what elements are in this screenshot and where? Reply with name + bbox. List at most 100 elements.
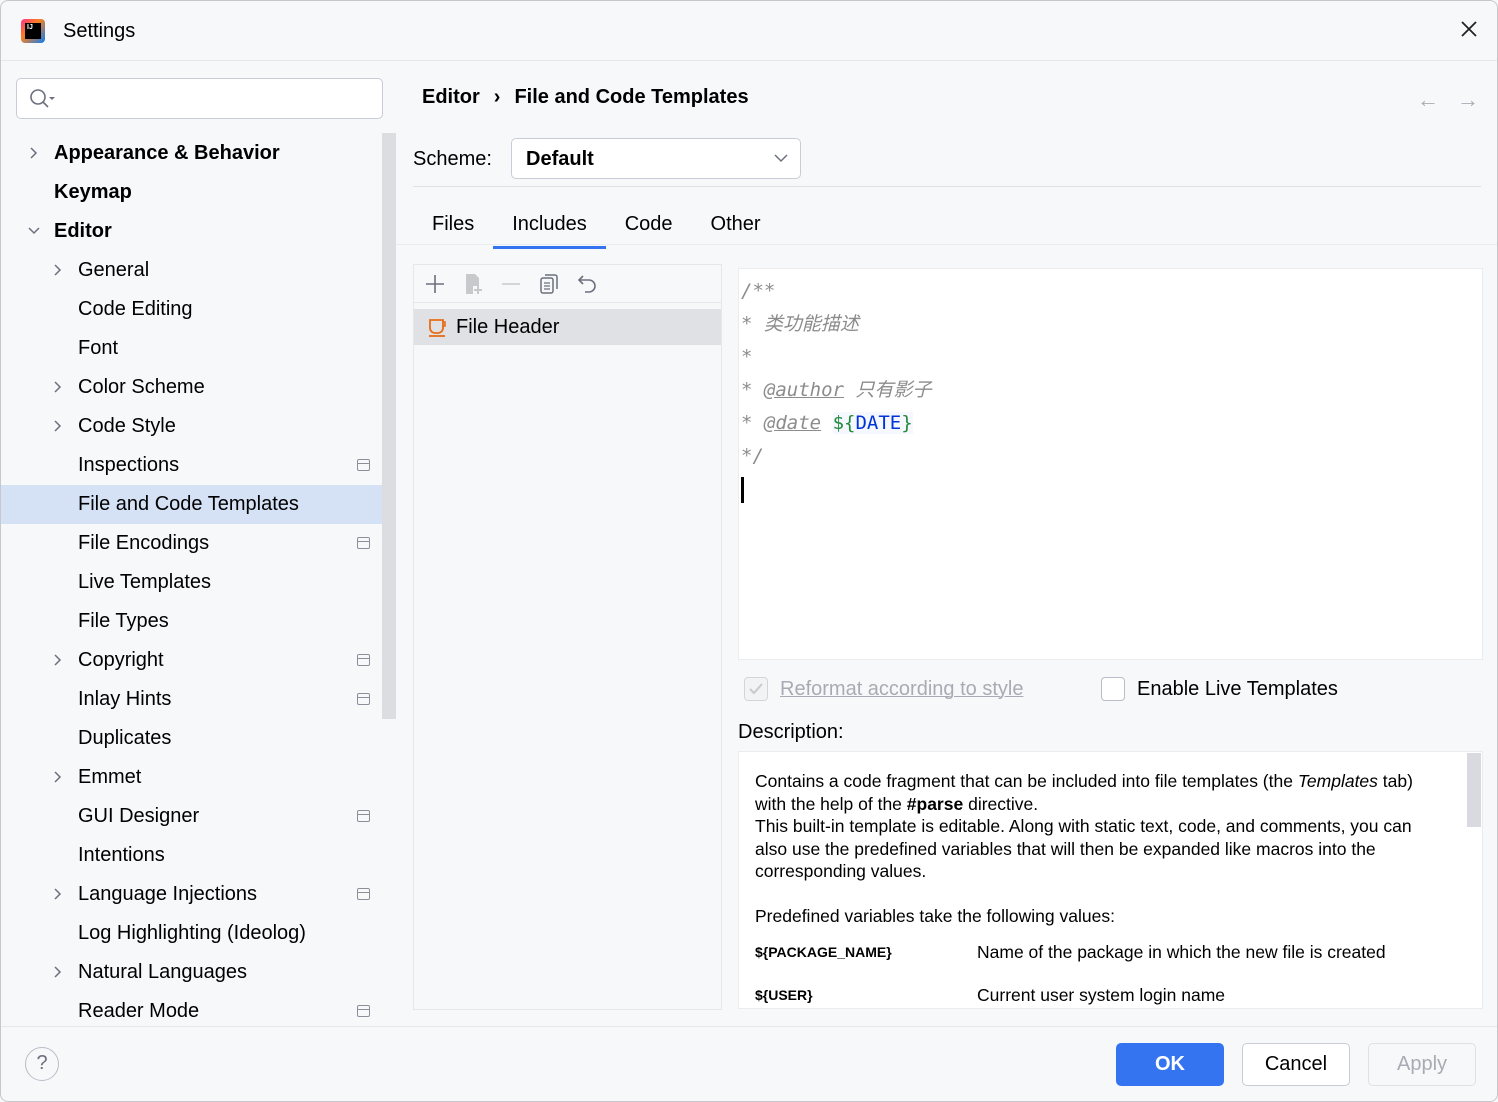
sidebar-item[interactable]: Color Scheme: [1, 368, 396, 407]
sidebar-item[interactable]: Language Injections: [1, 875, 396, 914]
live-templates-label: Enable Live Templates: [1137, 677, 1338, 700]
variable-name: ${PACKAGE_NAME}: [755, 944, 892, 960]
template-toolbar: [414, 265, 721, 303]
sidebar-item[interactable]: Emmet: [1, 758, 396, 797]
sidebar-item[interactable]: Natural Languages: [1, 953, 396, 992]
sidebar-item[interactable]: Code Editing: [1, 290, 396, 329]
variables-table: ${PACKAGE_NAME} Name of the package in w…: [755, 941, 1442, 1006]
chevron-right-icon[interactable]: [27, 146, 41, 160]
sidebar-item[interactable]: Reader Mode: [1, 992, 396, 1023]
intellij-logo-icon: IJ: [21, 19, 45, 43]
chevron-right-icon[interactable]: [51, 263, 65, 277]
sidebar-item-label: Duplicates: [78, 727, 172, 749]
sidebar-item[interactable]: Log Highlighting (Ideolog): [1, 914, 396, 953]
sidebar-item[interactable]: Inspections: [1, 446, 396, 485]
template-code-editor[interactable]: /** * 类功能描述 * * @author 只有影子 * @date ${D…: [738, 268, 1483, 660]
reformat-option[interactable]: Reformat according to style: [744, 677, 1023, 701]
search-input[interactable]: [16, 78, 383, 119]
reset-icon[interactable]: [575, 272, 599, 296]
template-item-file-header[interactable]: File Header: [414, 309, 721, 345]
variable-description: Name of the package in which the new fil…: [977, 942, 1386, 962]
chevron-down-icon[interactable]: [27, 224, 41, 238]
sidebar-scrollbar[interactable]: [382, 133, 396, 719]
forward-arrow-icon[interactable]: →: [1457, 87, 1479, 113]
sidebar-item[interactable]: Copyright: [1, 641, 396, 680]
project-level-icon: [357, 1005, 370, 1017]
footer-divider: [1, 1026, 1497, 1027]
sidebar-item-label: GUI Designer: [78, 805, 200, 827]
sidebar-item[interactable]: Live Templates: [1, 563, 396, 602]
template-variable: ${DATE}: [832, 412, 913, 434]
live-templates-checkbox[interactable]: [1101, 677, 1125, 701]
reformat-checkbox[interactable]: [744, 677, 768, 701]
sidebar-item-label: Editor: [54, 220, 112, 242]
sidebar-item-label: File Types: [78, 610, 169, 632]
reformat-label: Reformat according to style: [780, 677, 1024, 700]
settings-tree: Appearance & Behavior Keymap Editor General…: [1, 133, 396, 1023]
tab-files[interactable]: Files: [413, 205, 493, 249]
scheme-dropdown[interactable]: Default: [511, 138, 801, 179]
sidebar-item-label: Code Editing: [78, 298, 193, 320]
sidebar-item[interactable]: File Types: [1, 602, 396, 641]
breadcrumb-current: File and Code Templates: [514, 86, 749, 108]
sidebar-item[interactable]: Code Style: [1, 407, 396, 446]
sidebar-item-label: Emmet: [78, 766, 142, 788]
sidebar-item[interactable]: Duplicates: [1, 719, 396, 758]
code-line: *: [741, 346, 753, 368]
copy-icon[interactable]: [537, 272, 561, 296]
tab-other[interactable]: Other: [692, 205, 780, 249]
tab-includes[interactable]: Includes: [493, 205, 606, 249]
sidebar-item[interactable]: File and Code Templates: [1, 485, 396, 524]
breadcrumb-parent[interactable]: Editor: [422, 86, 480, 109]
sidebar-item[interactable]: Keymap: [1, 173, 396, 212]
checkmark-icon: [749, 683, 763, 695]
divider: [396, 244, 1497, 245]
sidebar-item-label: Inspections: [78, 454, 180, 476]
back-arrow-icon[interactable]: ←: [1417, 87, 1439, 113]
code-line: */: [741, 445, 764, 467]
chevron-right-icon[interactable]: [51, 965, 65, 979]
sidebar-item-label: Reader Mode: [78, 1000, 200, 1022]
sidebar-item[interactable]: Inlay Hints: [1, 680, 396, 719]
description-panel: Contains a code fragment that can be inc…: [738, 751, 1483, 1009]
sidebar-item-label: Language Injections: [78, 883, 258, 905]
template-item-label: File Header: [456, 315, 560, 338]
code-line: * @author 只有影子: [741, 379, 932, 401]
sidebar-item[interactable]: File Encodings: [1, 524, 396, 563]
java-template-icon: [429, 319, 446, 337]
help-button[interactable]: ?: [25, 1047, 59, 1081]
sidebar-item[interactable]: Intentions: [1, 836, 396, 875]
chevron-right-icon[interactable]: [51, 653, 65, 667]
add-icon[interactable]: [423, 272, 447, 296]
sidebar-item[interactable]: Appearance & Behavior: [1, 134, 396, 173]
description-label: Description:: [738, 721, 844, 743]
navigation-arrows: ← →: [1417, 87, 1479, 113]
description-scrollbar[interactable]: [1467, 753, 1481, 827]
sidebar-item[interactable]: General: [1, 251, 396, 290]
apply-button[interactable]: Apply: [1368, 1043, 1476, 1086]
tab-code[interactable]: Code: [606, 205, 692, 249]
cancel-button[interactable]: Cancel: [1242, 1043, 1350, 1086]
sidebar-item[interactable]: Font: [1, 329, 396, 368]
variable-description: Current user system login name: [977, 984, 1226, 1005]
chevron-right-icon[interactable]: [51, 380, 65, 394]
close-icon[interactable]: [1457, 17, 1481, 41]
chevron-right-icon[interactable]: [51, 770, 65, 784]
code-line: * 类功能描述: [741, 313, 859, 335]
code-line: * @date ${DATE}: [741, 412, 913, 434]
description-paragraph: This built-in template is editable. Alon…: [755, 816, 1412, 881]
chevron-right-icon[interactable]: [51, 887, 65, 901]
sidebar-item-label: File Encodings: [78, 532, 210, 554]
window-title: Settings: [63, 20, 136, 42]
ok-button[interactable]: OK: [1116, 1043, 1224, 1086]
sidebar-item-label: Color Scheme: [78, 376, 205, 398]
project-level-icon: [357, 810, 370, 822]
live-templates-option[interactable]: Enable Live Templates: [1101, 677, 1338, 701]
scheme-label: Scheme:: [413, 148, 492, 170]
remove-icon[interactable]: [499, 272, 523, 296]
sidebar-item[interactable]: Editor: [1, 212, 396, 251]
chevron-right-icon[interactable]: [51, 419, 65, 433]
sidebar-item-label: Font: [78, 337, 119, 359]
add-child-icon[interactable]: [461, 272, 485, 296]
sidebar-item[interactable]: GUI Designer: [1, 797, 396, 836]
